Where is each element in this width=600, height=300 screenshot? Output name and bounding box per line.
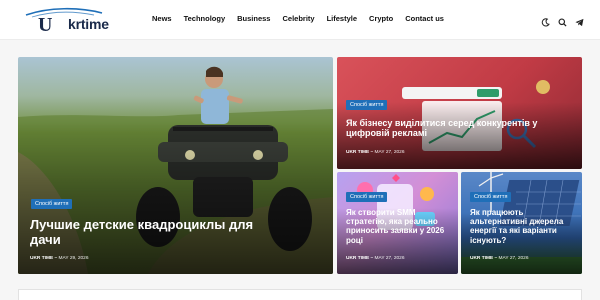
article-meta: UKR TIME – MAY 27, 2026 [346, 150, 405, 155]
article-date: MAY 27, 2026 [374, 256, 405, 261]
article-meta: UKR TIME – MAY 27, 2026 [346, 256, 405, 261]
article-title[interactable]: Як створити SMM стратегію, яка реально п… [346, 208, 454, 245]
main-nav: News Technology Business Celebrity Lifes… [152, 14, 444, 23]
category-badge[interactable]: Спосіб життя [346, 192, 388, 202]
article-meta: UKR TIME – MAY 29, 2026 [30, 256, 89, 261]
article-card-smm[interactable]: Спосіб життя Як створити SMM стратегію, … [337, 172, 458, 274]
article-card-featured[interactable]: Спосіб життя Лучшие детские квадроциклы … [18, 57, 333, 274]
article-date: MAY 29, 2026 [58, 256, 89, 261]
logo-letter: U [38, 14, 52, 35]
category-badge[interactable]: Спосіб життя [31, 199, 73, 209]
next-section [18, 289, 582, 300]
article-author[interactable]: UKR TIME [470, 256, 493, 261]
moon-icon[interactable] [541, 14, 550, 27]
logo-text: krtime [68, 16, 109, 32]
article-author[interactable]: UKR TIME [346, 150, 369, 155]
header-actions [541, 14, 584, 27]
nav-item-celebrity[interactable]: Celebrity [282, 14, 314, 23]
category-badge[interactable]: Спосіб життя [470, 192, 512, 202]
nav-item-crypto[interactable]: Crypto [369, 14, 393, 23]
site-header: U krtime News Technology Business Celebr… [0, 0, 600, 40]
article-title[interactable]: Як працюють альтернативні джерела енергі… [470, 208, 570, 245]
site-logo[interactable]: U krtime [24, 5, 124, 36]
nav-item-business[interactable]: Business [237, 14, 270, 23]
search-icon[interactable] [558, 14, 567, 27]
article-date: MAY 27, 2026 [498, 256, 529, 261]
category-badge[interactable]: Спосіб життя [346, 100, 388, 110]
article-title[interactable]: Лучшие детские квадроциклы для дачи [30, 217, 270, 248]
nav-item-lifestyle[interactable]: Lifestyle [327, 14, 357, 23]
article-card-energy[interactable]: Спосіб життя Як працюють альтернативні д… [461, 172, 582, 274]
telegram-icon[interactable] [575, 14, 584, 27]
nav-item-news[interactable]: News [152, 14, 172, 23]
article-title[interactable]: Як бізнесу виділитися серед конкурентів … [346, 118, 561, 139]
article-card-business[interactable]: Спосіб життя Як бізнесу виділитися серед… [337, 57, 582, 169]
article-author[interactable]: UKR TIME [346, 256, 369, 261]
article-date: MAY 27, 2026 [374, 150, 405, 155]
article-author[interactable]: UKR TIME [30, 256, 53, 261]
nav-item-technology[interactable]: Technology [184, 14, 226, 23]
article-meta: UKR TIME – MAY 27, 2026 [470, 256, 529, 261]
nav-item-contact[interactable]: Contact us [405, 14, 444, 23]
